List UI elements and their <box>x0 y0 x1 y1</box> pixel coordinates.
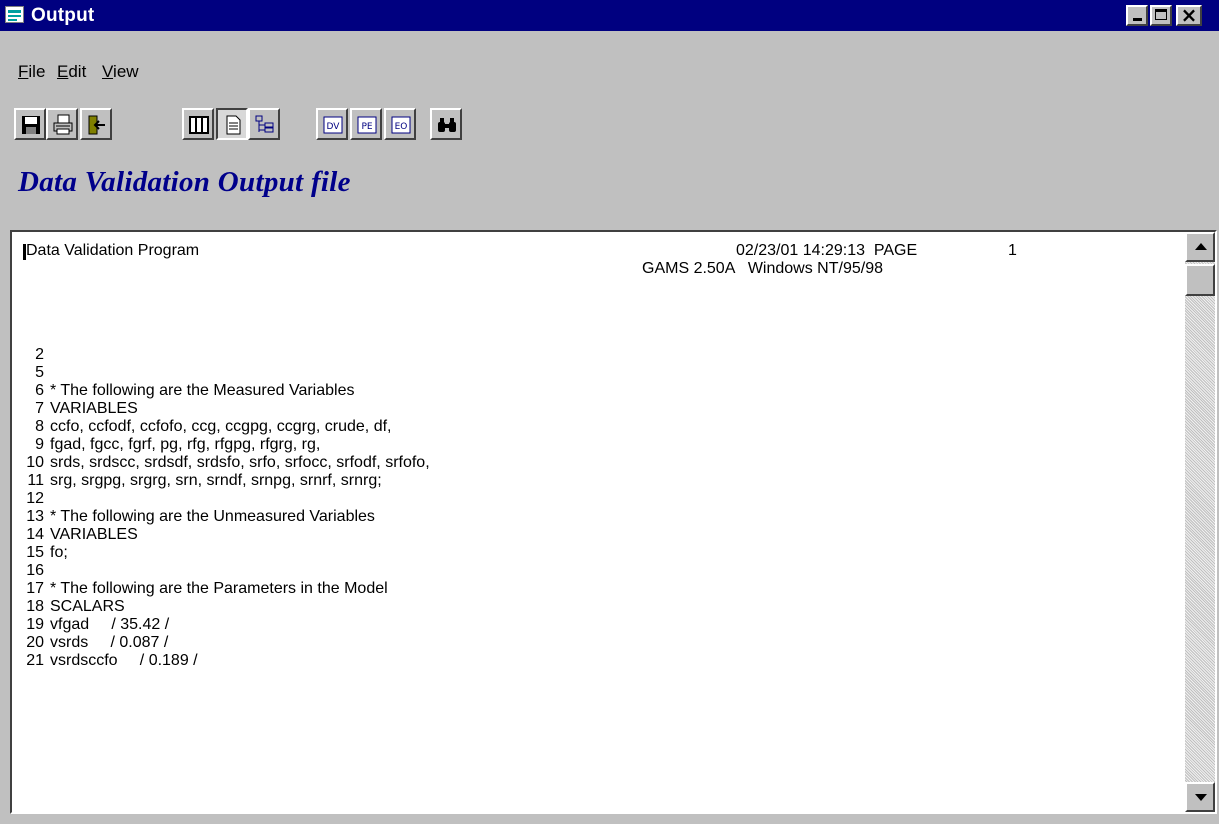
listing-line: 8 ccfo, ccfodf, ccfofo, ccg, ccgpg, ccgrg… <box>22 418 430 436</box>
menu-file[interactable]: File <box>18 62 45 82</box>
listing-line: 11 srg, srgpg, srgrg, srn, srndf, srnpg, … <box>22 472 430 490</box>
listing-line: 17 * The following are the Parameters in … <box>22 580 430 598</box>
listing-line: 2 <box>22 346 430 364</box>
scroll-down-button[interactable] <box>1185 782 1215 812</box>
arrow-up-icon <box>1195 243 1207 250</box>
print-icon <box>53 114 73 135</box>
line-number: 8 <box>35 418 44 435</box>
menu-edit[interactable]: Edit <box>57 62 86 82</box>
line-number: 13 <box>26 508 44 525</box>
output-text-area[interactable]: Data Validation Program 02/23/01 14:29:1… <box>10 230 1217 814</box>
maximize-icon <box>1155 9 1167 20</box>
maximize-button[interactable] <box>1150 5 1172 26</box>
listing-line: 19 vfgad / 35.42 / <box>22 616 430 634</box>
eo-button[interactable]: EO <box>384 108 416 140</box>
dv-icon: DV <box>323 116 343 134</box>
close-icon: × <box>1180 3 1198 27</box>
minimize-button[interactable] <box>1126 5 1148 26</box>
listing-line: 16 <box>22 562 430 580</box>
line-text: * The following are the Unmeasured Varia… <box>50 508 375 525</box>
pe-button[interactable]: PE <box>350 108 382 140</box>
svg-text:PE: PE <box>361 122 372 132</box>
svg-text:DV: DV <box>327 122 341 132</box>
dv-button[interactable]: DV <box>316 108 348 140</box>
menu-view[interactable]: View <box>102 62 139 82</box>
line-number: 6 <box>35 382 44 399</box>
line-number: 11 <box>27 472 44 489</box>
listing-line: 14 VARIABLES <box>22 526 430 544</box>
vertical-scrollbar[interactable] <box>1185 232 1215 812</box>
line-text: srds, srdscc, srdsdf, srdsfo, srfo, srfo… <box>50 454 430 471</box>
line-number: 12 <box>26 490 44 507</box>
print-button[interactable] <box>46 108 78 140</box>
line-number: 14 <box>26 526 44 543</box>
eo-icon: EO <box>391 116 411 134</box>
line-text: fo; <box>50 544 68 561</box>
line-number: 9 <box>35 436 44 453</box>
save-icon <box>22 116 40 134</box>
scroll-thumb[interactable] <box>1185 264 1215 296</box>
date-time: 02/23/01 14:29:13 PAGE <box>736 242 918 259</box>
line-number: 7 <box>35 400 44 417</box>
listing-line: 5 <box>22 364 430 382</box>
listing-line: 18 SCALARS <box>22 598 430 616</box>
page-view-icon <box>226 115 241 135</box>
line-number: 19 <box>26 616 44 633</box>
svg-text:EO: EO <box>395 122 408 132</box>
line-text: fgad, fgcc, fgrf, pg, rfg, rfgpg, rfgrg,… <box>50 436 321 453</box>
binoculars-find-icon <box>438 118 456 132</box>
line-text: * The following are the Parameters in th… <box>50 580 388 597</box>
pe-icon: PE <box>357 116 377 134</box>
save-button[interactable] <box>14 108 46 140</box>
line-text: * The following are the Measured Variabl… <box>50 382 355 399</box>
line-text: vsrds / 0.087 / <box>50 634 169 651</box>
tree-view-icon <box>255 115 274 133</box>
line-text: ccfo, ccfodf, ccfofo, ccg, ccgpg, ccgrg,… <box>50 418 392 435</box>
exit-button[interactable] <box>80 108 112 140</box>
scroll-up-button[interactable] <box>1185 232 1215 262</box>
line-number: 17 <box>26 580 44 597</box>
line-text: SCALARS <box>50 598 125 615</box>
tree-view-button[interactable] <box>248 108 280 140</box>
close-button[interactable]: × <box>1176 5 1202 26</box>
line-number: 10 <box>26 454 44 471</box>
line-text: vsrdsccfo / 0.189 / <box>50 652 198 669</box>
listing-line: 7 VARIABLES <box>22 400 430 418</box>
arrow-down-icon <box>1195 794 1207 801</box>
gams-version: GAMS 2.50A Windows NT/95/98 <box>642 260 883 277</box>
table-view-button[interactable] <box>182 108 214 140</box>
exit-icon <box>88 115 105 135</box>
output-window-icon[interactable] <box>5 6 24 23</box>
line-number: 18 <box>26 598 44 615</box>
line-text: srg, srgpg, srgrg, srn, srndf, srnpg, sr… <box>50 472 382 489</box>
table-view-icon <box>189 116 209 134</box>
listing-line: 21 vsrdsccfo / 0.189 / <box>22 652 430 670</box>
window-title: Output <box>31 5 95 26</box>
listing-lines: 2 5 6 * The following are the Measured Vari… <box>22 346 430 670</box>
minimize-icon <box>1133 18 1142 21</box>
listing-line: 20 vsrds / 0.087 / <box>22 634 430 652</box>
title-bar[interactable]: Output × <box>0 0 1219 31</box>
line-number: 15 <box>26 544 44 561</box>
program-title: Data Validation Program <box>26 242 200 259</box>
listing-line: 12 <box>22 490 430 508</box>
page-number: 1 <box>1008 242 1017 259</box>
line-number: 5 <box>35 364 44 381</box>
line-text: VARIABLES <box>50 400 138 417</box>
listing-line: 15 fo; <box>22 544 430 562</box>
find-button[interactable] <box>430 108 462 140</box>
line-number: 21 <box>26 652 44 669</box>
listing-line: 13 * The following are the Unmeasured Var… <box>22 508 430 526</box>
listing-line: 10 srds, srdscc, srdsdf, srdsfo, srfo, sr… <box>22 454 430 472</box>
line-text: vfgad / 35.42 / <box>50 616 170 633</box>
page-view-button[interactable] <box>216 108 248 140</box>
line-number: 2 <box>35 346 44 363</box>
line-text: VARIABLES <box>50 526 138 543</box>
listing-line: 9 fgad, fgcc, fgrf, pg, rfg, rfgpg, rfgrg… <box>22 436 430 454</box>
page-title: Data Validation Output file <box>18 166 351 198</box>
line-number: 16 <box>26 562 44 579</box>
listing-line: 6 * The following are the Measured Variab… <box>22 382 430 400</box>
line-number: 20 <box>26 634 44 651</box>
